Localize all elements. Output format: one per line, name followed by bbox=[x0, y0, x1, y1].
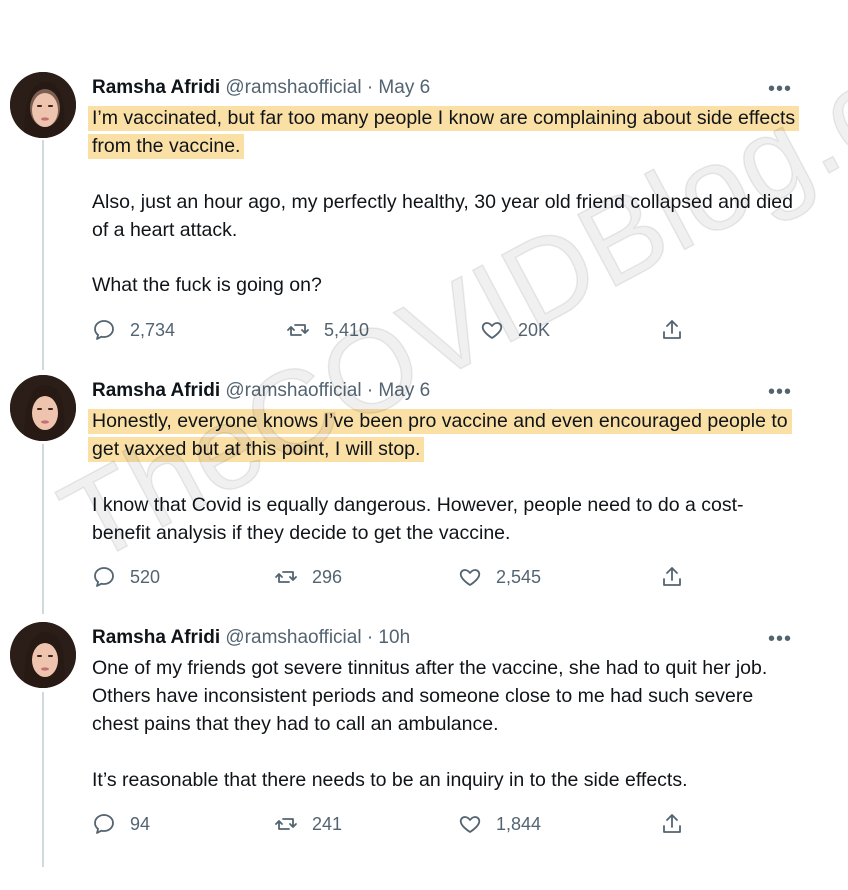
avatar[interactable] bbox=[10, 622, 76, 688]
highlight-marker: I’m vaccinated, but far too many people … bbox=[88, 106, 800, 159]
display-name[interactable]: Ramsha Afridi bbox=[92, 380, 220, 401]
tweet-text: One of my friends got severe tinnitus af… bbox=[92, 657, 768, 735]
like-count: 1,844 bbox=[496, 813, 542, 834]
avatar[interactable] bbox=[10, 72, 76, 138]
reply-button[interactable]: 94 bbox=[92, 810, 150, 838]
timestamp[interactable]: · May 6 bbox=[367, 380, 430, 401]
tweet-header: Ramsha Afridi @ramshaofficial · May 6 bbox=[92, 76, 430, 100]
highlight-marker: Honestly, everyone knows I’ve been pro v… bbox=[88, 409, 792, 462]
heart-icon bbox=[459, 569, 481, 586]
reply-icon bbox=[94, 320, 114, 340]
tweet-text: I know that Covid is equally dangerous. … bbox=[92, 494, 744, 544]
reply-count: 94 bbox=[130, 813, 151, 834]
tweet-actions: 520 296 2,545 bbox=[92, 563, 692, 591]
share-button[interactable] bbox=[660, 316, 684, 344]
tweet-header: Ramsha Afridi @ramshaofficial · 10h bbox=[92, 626, 410, 650]
reply-button[interactable]: 520 bbox=[92, 563, 160, 591]
tweet-thread: Ramsha Afridi @ramshaofficial · May 6 ••… bbox=[0, 0, 848, 890]
tweet-header: Ramsha Afridi @ramshaofficial · May 6 bbox=[92, 379, 430, 403]
more-options-icon[interactable]: ••• bbox=[768, 79, 792, 99]
reply-count: 2,734 bbox=[130, 319, 176, 340]
retweet-button[interactable]: 241 bbox=[274, 810, 342, 838]
like-button[interactable]: 2,545 bbox=[458, 563, 541, 591]
share-icon bbox=[663, 814, 681, 833]
display-name[interactable]: Ramsha Afridi bbox=[92, 77, 220, 98]
heart-icon bbox=[459, 816, 481, 833]
tweet-actions: 2,734 5,410 20K bbox=[92, 316, 692, 344]
retweet-count: 241 bbox=[312, 813, 343, 834]
retweet-icon bbox=[275, 818, 297, 830]
tweet-text: What the fuck is going on? bbox=[92, 274, 322, 296]
share-button[interactable] bbox=[660, 810, 684, 838]
share-icon bbox=[663, 567, 681, 586]
retweet-button[interactable]: 296 bbox=[274, 563, 342, 591]
heart-icon bbox=[481, 322, 503, 339]
thread-connector bbox=[42, 692, 44, 867]
like-button[interactable]: 1,844 bbox=[458, 810, 541, 838]
more-options-icon[interactable]: ••• bbox=[768, 382, 792, 402]
tweet-text-highlighted: I’m vaccinated, but far too many people … bbox=[88, 104, 802, 160]
tweet-text-highlighted: Honestly, everyone knows I’ve been pro v… bbox=[88, 407, 802, 463]
user-handle[interactable]: @ramshaofficial bbox=[225, 380, 361, 401]
tweet-text: Also, just an hour ago, my perfectly hea… bbox=[92, 191, 793, 241]
reply-icon bbox=[94, 814, 114, 834]
tweet-text: It’s reasonable that there needs to be a… bbox=[92, 769, 688, 791]
retweet-icon bbox=[287, 324, 309, 336]
timestamp[interactable]: · 10h bbox=[367, 627, 410, 648]
like-count: 20K bbox=[518, 319, 551, 340]
reply-icon bbox=[94, 567, 114, 587]
thread-connector bbox=[42, 140, 44, 370]
more-options-icon[interactable]: ••• bbox=[768, 629, 792, 649]
user-handle[interactable]: @ramshaofficial bbox=[225, 77, 361, 98]
timestamp[interactable]: · May 6 bbox=[367, 77, 430, 98]
like-count: 2,545 bbox=[496, 566, 542, 587]
like-button[interactable]: 20K bbox=[480, 316, 550, 344]
tweet-actions: 94 241 1,844 bbox=[92, 810, 692, 838]
avatar[interactable] bbox=[10, 375, 76, 441]
retweet-count: 296 bbox=[312, 566, 343, 587]
retweet-count: 5,410 bbox=[324, 319, 370, 340]
thread-connector bbox=[42, 444, 44, 614]
reply-button[interactable]: 2,734 bbox=[92, 316, 175, 344]
reply-count: 520 bbox=[130, 566, 161, 587]
retweet-button[interactable]: 5,410 bbox=[286, 316, 369, 344]
display-name[interactable]: Ramsha Afridi bbox=[92, 627, 220, 648]
share-button[interactable] bbox=[660, 563, 684, 591]
share-icon bbox=[663, 320, 681, 339]
user-handle[interactable]: @ramshaofficial bbox=[225, 627, 361, 648]
retweet-icon bbox=[275, 571, 297, 583]
